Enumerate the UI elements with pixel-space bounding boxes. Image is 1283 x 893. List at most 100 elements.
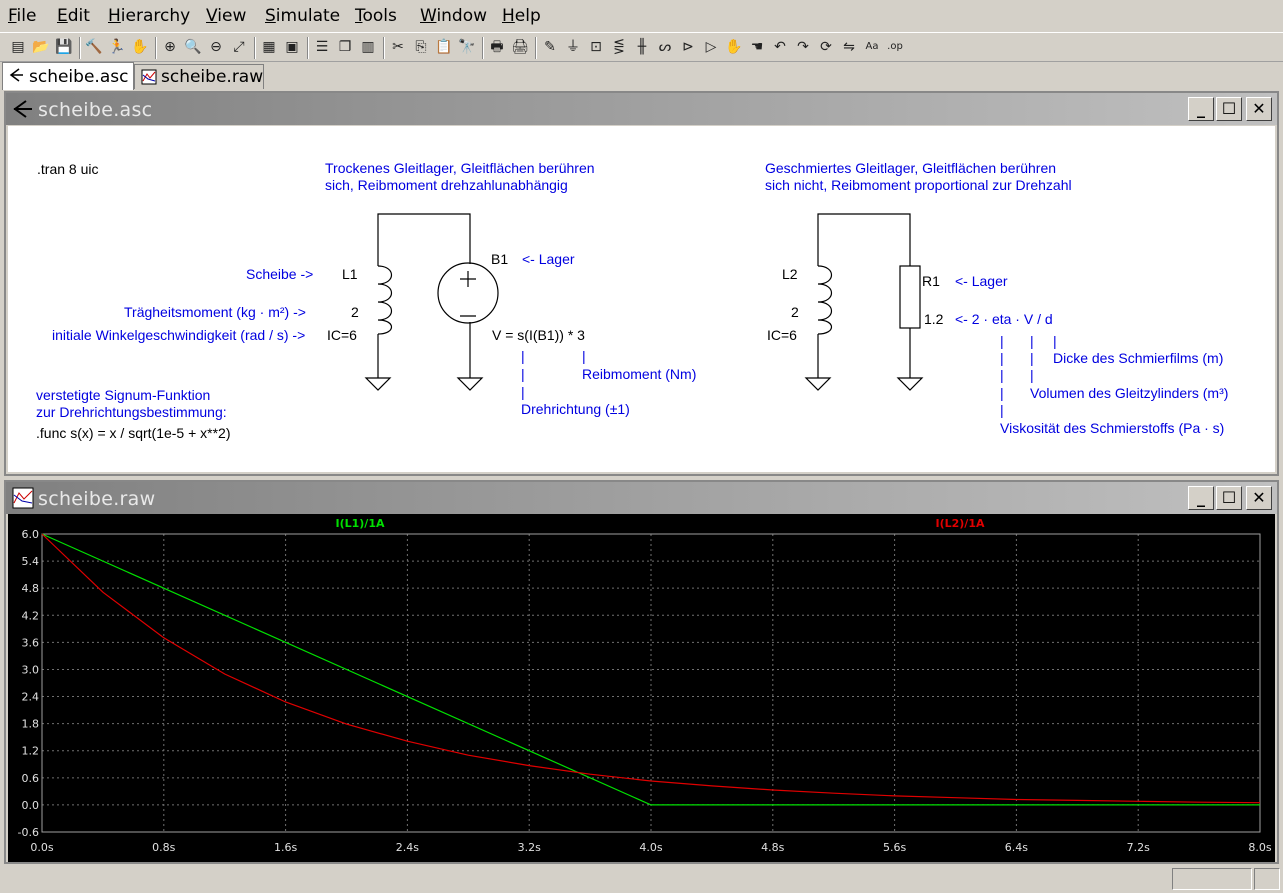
save-icon[interactable]: 💾: [54, 37, 74, 57]
cascade-icon[interactable]: ❐: [335, 37, 355, 57]
close-button[interactable]: ✕: [1246, 97, 1272, 121]
pipe-mark: |: [1000, 385, 1004, 401]
run-icon[interactable]: 🏃: [107, 37, 127, 57]
comment-b1-lager[interactable]: <- Lager: [522, 251, 575, 268]
y-tick-label: 0.6: [22, 772, 40, 785]
tab-label: scheibe.asc: [29, 67, 129, 87]
copy-icon[interactable]: ⎘: [411, 37, 431, 57]
new-schematic-icon[interactable]: ▤: [8, 37, 28, 57]
pipe-mark: |: [1000, 333, 1004, 349]
zoom-fit-icon[interactable]: ⤢: [229, 37, 249, 57]
rotate-icon[interactable]: ⟳: [816, 37, 836, 57]
comment-dry-title-1[interactable]: Trockenes Gleitlager, Gleitflächen berüh…: [325, 160, 595, 177]
window-title: scheibe.raw: [38, 488, 156, 510]
pipe-mark: |: [521, 348, 525, 364]
func-directive[interactable]: .func s(x) = x / sqrt(1e-5 + x**2): [36, 425, 231, 442]
menu-edit[interactable]: Edit: [57, 6, 90, 26]
r1-value[interactable]: 1.2: [924, 311, 943, 328]
l1-value[interactable]: 2: [351, 304, 359, 321]
pipe-mark: |: [1000, 367, 1004, 383]
comment-r1-lager[interactable]: <- Lager: [955, 273, 1008, 290]
diode-icon[interactable]: ⊳: [678, 37, 698, 57]
y-tick-label: 5.4: [22, 555, 40, 568]
toolbar-separator: [79, 37, 81, 59]
comment-viskositaet[interactable]: Viskosität des Schmierstoffs (Pa · s): [1000, 420, 1224, 437]
open-icon[interactable]: 📂: [31, 37, 51, 57]
capacitor-icon[interactable]: ╫: [632, 37, 652, 57]
print-preview-icon[interactable]: 🖶: [487, 37, 507, 57]
halt-icon[interactable]: ✋: [130, 37, 150, 57]
x-tick-label: 8.0s: [1248, 841, 1271, 854]
schematic-canvas[interactable]: .tran 8 uic Trockenes Gleitlager, Gleitf…: [8, 126, 1275, 472]
draw-wire-icon[interactable]: ✎: [540, 37, 560, 57]
comment-scheibe[interactable]: Scheibe ->: [246, 266, 313, 283]
comment-r1-expression[interactable]: <- 2 · eta · V / d: [955, 311, 1053, 328]
close-button[interactable]: ✕: [1246, 486, 1272, 510]
find-icon[interactable]: 🔭: [457, 37, 477, 57]
comment-wet-title-1[interactable]: Geschmiertes Gleitlager, Gleitflächen be…: [765, 160, 1056, 177]
r1-label[interactable]: R1: [922, 273, 940, 290]
menu-tools[interactable]: Tools: [355, 6, 397, 26]
spice-directive-icon[interactable]: .op: [885, 37, 905, 57]
comment-initiale[interactable]: initiale Winkelgeschwindigkeit (rad / s)…: [52, 327, 305, 344]
zoom-out-icon[interactable]: ⊖: [206, 37, 226, 57]
comment-signum-1[interactable]: verstetigte Signum-Funktion: [36, 387, 210, 404]
component-icon[interactable]: ▷: [701, 37, 721, 57]
menu-simulate[interactable]: Simulate: [265, 6, 340, 26]
move-icon[interactable]: ✋: [724, 37, 744, 57]
mirror-icon[interactable]: ⇋: [839, 37, 859, 57]
comment-signum-2[interactable]: zur Drehrichtungsbestimmung:: [36, 404, 227, 421]
plot-settings-icon[interactable]: ▦: [259, 37, 279, 57]
waveform-plot[interactable]: 6.0 5.4 4.8 4.2 3.6 3.0 2.4 1.8 1.2 0.6 0.0 -0.6 0.0…: [8, 514, 1275, 862]
l2-label[interactable]: L2: [782, 266, 798, 283]
menu-window[interactable]: Window: [420, 6, 487, 26]
inductor-icon[interactable]: ᔕ: [655, 37, 675, 57]
menu-view[interactable]: View: [206, 6, 246, 26]
comment-wet-title-2[interactable]: sich nicht, Reibmoment proportional zur …: [765, 177, 1072, 194]
minimize-button[interactable]: _: [1188, 486, 1214, 510]
zoom-pan-icon[interactable]: 🔍: [183, 37, 203, 57]
comment-traegheit[interactable]: Trägheitsmoment (kg · m²) ->: [124, 304, 306, 321]
undo-icon[interactable]: ↶: [770, 37, 790, 57]
tab-scheibe-raw[interactable]: scheibe.raw: [134, 64, 264, 89]
pipe-mark: |: [1000, 350, 1004, 366]
paste-icon[interactable]: 📋: [434, 37, 454, 57]
maximize-button[interactable]: ☐: [1216, 486, 1242, 510]
comment-dry-title-2[interactable]: sich, Reibmoment drehzahlunabhängig: [325, 177, 568, 194]
print-icon[interactable]: 🖨: [510, 37, 530, 57]
autorange-icon[interactable]: ▣: [282, 37, 302, 57]
drag-icon[interactable]: ☚: [747, 37, 767, 57]
l1-label[interactable]: L1: [342, 266, 358, 283]
comment-dicke[interactable]: Dicke des Schmierfilms (m): [1053, 350, 1223, 367]
b1-label[interactable]: B1: [491, 251, 508, 268]
schematic-window-titlebar[interactable]: scheibe.asc _ ☐ ✕: [6, 93, 1277, 125]
tab-scheibe-asc[interactable]: scheibe.asc: [2, 62, 134, 90]
tab-label: scheibe.raw: [161, 67, 264, 87]
minimize-button[interactable]: _: [1188, 97, 1214, 121]
comment-volumen[interactable]: Volumen des Gleitzylinders (m³): [1030, 385, 1228, 402]
l1-ic[interactable]: IC=6: [327, 327, 357, 344]
text-icon[interactable]: Aa: [862, 37, 882, 57]
ground-symbol: [364, 377, 392, 391]
zoom-in-icon[interactable]: ⊕: [160, 37, 180, 57]
tile-horizontal-icon[interactable]: ☰: [312, 37, 332, 57]
maximize-button[interactable]: ☐: [1216, 97, 1242, 121]
cut-icon[interactable]: ✂: [388, 37, 408, 57]
comment-reibmoment[interactable]: Reibmoment (Nm): [582, 366, 696, 383]
y-tick-label: 0.0: [22, 799, 40, 812]
comment-drehrichtung[interactable]: Drehrichtung (±1): [521, 401, 630, 418]
control-panel-icon[interactable]: 🔨: [84, 37, 104, 57]
menu-file[interactable]: File: [8, 6, 36, 26]
waveform-window-titlebar[interactable]: scheibe.raw _ ☐ ✕: [6, 482, 1277, 514]
tran-directive[interactable]: .tran 8 uic: [37, 161, 98, 178]
resistor-icon[interactable]: ⋚: [609, 37, 629, 57]
ground-icon[interactable]: ⏚: [563, 37, 583, 57]
tile-vertical-icon[interactable]: ▥: [358, 37, 378, 57]
l2-value[interactable]: 2: [791, 304, 799, 321]
redo-icon[interactable]: ↷: [793, 37, 813, 57]
l2-ic[interactable]: IC=6: [767, 327, 797, 344]
b1-expression[interactable]: V = s(I(B1)) * 3: [492, 327, 585, 344]
menu-hierarchy[interactable]: Hierarchy: [108, 6, 190, 26]
label-net-icon[interactable]: ⊡: [586, 37, 606, 57]
menu-help[interactable]: Help: [502, 6, 541, 26]
